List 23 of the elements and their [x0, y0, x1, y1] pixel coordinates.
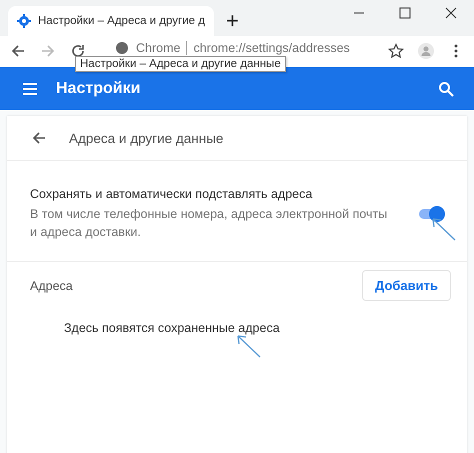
star-icon[interactable]	[388, 43, 404, 59]
back-icon[interactable]	[10, 43, 26, 59]
page-title: Адреса и другие данные	[69, 130, 224, 146]
annotation-arrow	[236, 333, 262, 359]
setting-label: Сохранять и автоматически подставлять адреса	[30, 187, 314, 201]
annotation-arrow	[431, 216, 457, 242]
tooltip: Настройки – Адреса и другие данные	[75, 56, 286, 72]
toggle-switch[interactable]	[417, 206, 445, 222]
setting-description: В том числе телефонные номера, адреса электронной почты и адреса доставки.	[30, 206, 388, 241]
search-icon[interactable]	[438, 80, 454, 96]
new-tab-button[interactable]: +	[226, 10, 239, 32]
empty-message: Здесь появятся сохраненные адреса	[64, 321, 281, 335]
site-icon	[114, 40, 130, 56]
url-text[interactable]: chrome://settings/addresses	[193, 41, 350, 55]
menu-icon[interactable]	[22, 80, 38, 96]
add-button[interactable]: Добавить	[362, 270, 451, 301]
browser-tab[interactable]: Настройки – Адреса и другие д	[8, 6, 214, 36]
gear-icon	[16, 13, 32, 29]
reload-icon[interactable]	[70, 43, 86, 59]
site-label: Chrome	[136, 41, 180, 55]
header-title: Настройки	[56, 80, 142, 98]
back-icon[interactable]	[31, 130, 47, 146]
section-title: Адреса	[30, 278, 73, 292]
